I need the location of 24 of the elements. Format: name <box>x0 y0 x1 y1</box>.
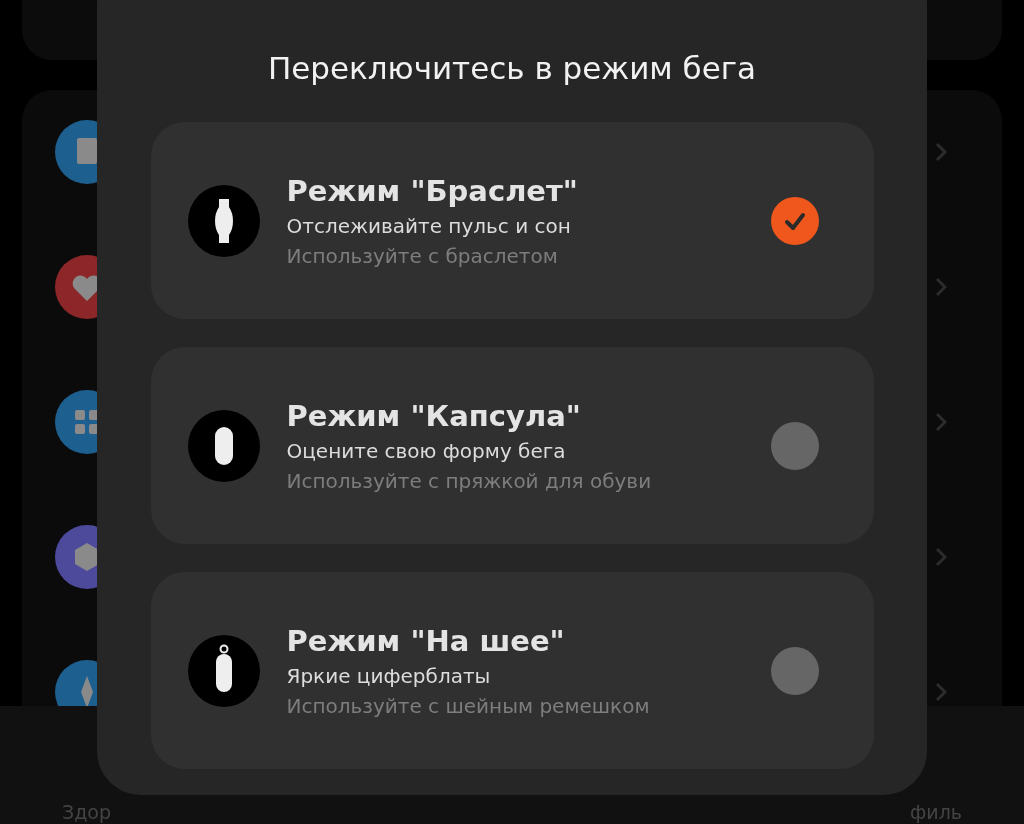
mode-title: Режим "Браслет" <box>286 173 579 208</box>
mode-usage: Используйте с пряжкой для обуви <box>286 468 653 493</box>
mode-description: Яркие циферблаты <box>286 663 492 688</box>
chevron-icon <box>935 547 947 567</box>
mode-title: Режим "На шее" <box>286 623 566 658</box>
mode-option[interactable]: Режим "Браслет" Отслеживайте пульс и сон Используйте с браслетом <box>150 122 874 319</box>
dialog-title: Переключитесь в режим бега <box>267 50 757 86</box>
mode-option[interactable]: Режим "На шее" Яркие циферблаты Используйте с шейным ремешком <box>150 572 874 769</box>
mode-usage: Используйте с браслетом <box>286 243 559 268</box>
chevron-icon <box>935 412 947 432</box>
mode-description: Оцените свою форму бега <box>286 438 567 463</box>
mode-description: Отслеживайте пульс и сон <box>286 213 572 238</box>
checked-radio[interactable] <box>770 196 819 245</box>
mode-usage: Используйте с шейным ремешком <box>286 693 651 718</box>
capsule-icon <box>187 409 260 482</box>
radio-button[interactable] <box>770 421 819 470</box>
chevron-icon <box>935 682 947 702</box>
chevron-icon <box>935 142 947 162</box>
radio-button[interactable] <box>770 646 819 695</box>
chevron-icon <box>935 277 947 297</box>
pendant-icon <box>187 634 260 707</box>
mode-title: Режим "Капсула" <box>286 398 582 433</box>
mode-option[interactable]: Режим "Капсула" Оцените свою форму бега Используйте с пряжкой для обуви <box>150 347 874 544</box>
band-icon <box>187 184 260 257</box>
